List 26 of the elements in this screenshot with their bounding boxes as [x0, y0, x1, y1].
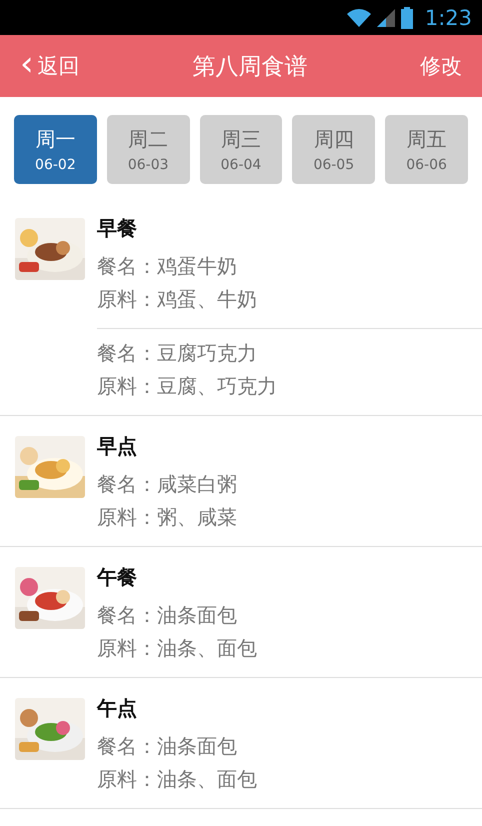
- day-tab[interactable]: 周三 06-04: [200, 115, 282, 184]
- dish-ingredients: 原料：油条、面包: [97, 635, 258, 662]
- day-tab[interactable]: 周五 06-06: [385, 115, 468, 184]
- day-tab[interactable]: 周二 06-03: [106, 115, 190, 184]
- dish-ingredients: 原料：粥、咸菜: [97, 504, 238, 531]
- edit-button[interactable]: 修改: [420, 52, 462, 80]
- battery-icon: [400, 6, 413, 28]
- dish-name: 餐名：鸡蛋牛奶: [97, 253, 238, 280]
- clock-time: 1:23: [424, 6, 472, 30]
- dish-ingredients: 原料：豆腐、巧克力: [97, 373, 278, 400]
- day-tab[interactable]: 周一 06-02: [14, 115, 97, 184]
- dish-name: 餐名：油条面包: [97, 602, 238, 629]
- back-button[interactable]: ‹返回: [20, 51, 80, 81]
- day-tab[interactable]: 周四 06-05: [292, 115, 376, 184]
- dish-name: 餐名：油条面包: [97, 733, 238, 760]
- meal-title: 早点: [97, 433, 138, 460]
- meal-title: 早餐: [97, 215, 138, 242]
- dish-name: 餐名：豆腐巧克力: [97, 340, 258, 367]
- meal-title: 午点: [97, 695, 138, 722]
- meal-title: 午餐: [97, 564, 138, 591]
- page-title: 第八周食谱: [192, 52, 308, 82]
- wifi-icon: [346, 8, 371, 26]
- dish-ingredients: 原料：鸡蛋、牛奶: [97, 286, 258, 313]
- dish-ingredients: 原料：油条、面包: [97, 766, 258, 793]
- dish-name: 餐名：咸菜白粥: [97, 471, 238, 498]
- signal-icon: [376, 8, 395, 26]
